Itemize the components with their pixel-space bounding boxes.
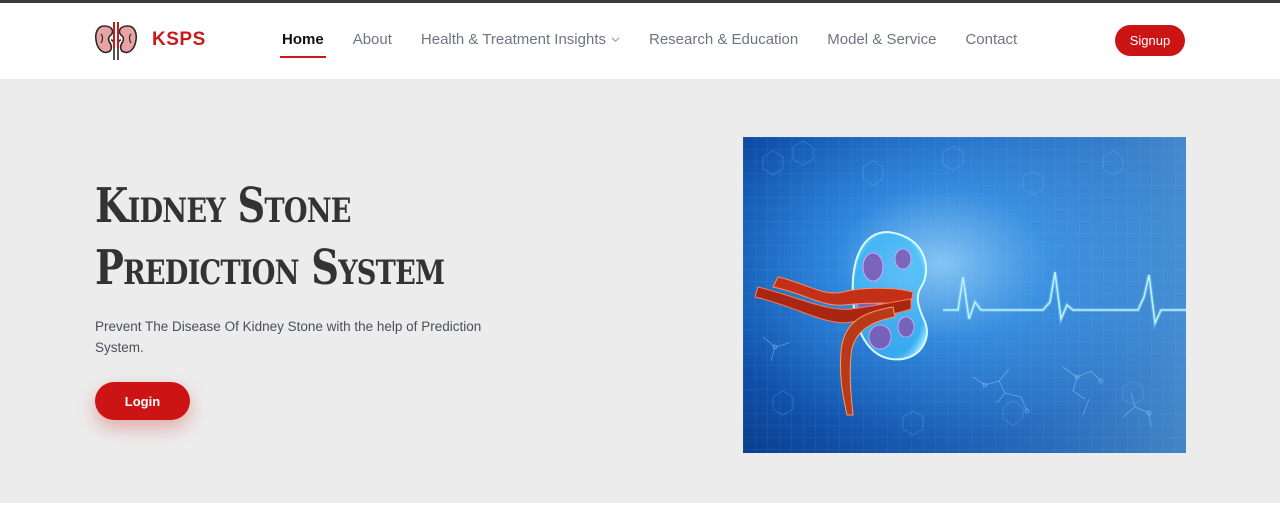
hero-title: Kidney Stone Prediction System [95, 175, 479, 299]
kidney-icon [94, 22, 138, 60]
brand-logo-link[interactable]: KSPS [94, 18, 206, 62]
nav-item-research-education[interactable]: Research & Education [649, 31, 798, 48]
nav-item-model-service[interactable]: Model & Service [827, 31, 936, 48]
signup-button[interactable]: Signup [1115, 25, 1185, 56]
brand-name: KSPS [152, 29, 206, 50]
hero-image [743, 137, 1186, 453]
nav-item-contact[interactable]: Contact [965, 31, 1017, 48]
nav-item-health-treatment-insights[interactable]: Health & Treatment Insights [421, 31, 620, 48]
nav-item-home[interactable]: Home [280, 31, 326, 58]
kidney-heartbeat-illustration [743, 137, 1186, 453]
page-bottom-edge [0, 503, 1280, 509]
hero-description: Prevent The Disease Of Kidney Stone with… [95, 319, 482, 355]
nav-item-about[interactable]: About [353, 31, 392, 48]
hero-section: Kidney Stone Prediction System Prevent T… [0, 79, 1280, 503]
nav-item-label: Health & Treatment Insights [420, 31, 606, 48]
hero-title-line-1: Kidney Stone [95, 178, 352, 234]
hero-title-line-2: Prediction System [95, 240, 445, 296]
site-header: KSPS Home About Health & Treatment Insig… [0, 3, 1280, 79]
login-button[interactable]: Login [95, 382, 190, 420]
chevron-down-icon [611, 37, 620, 43]
main-nav: Home About Health & Treatment Insights R… [280, 31, 1046, 58]
